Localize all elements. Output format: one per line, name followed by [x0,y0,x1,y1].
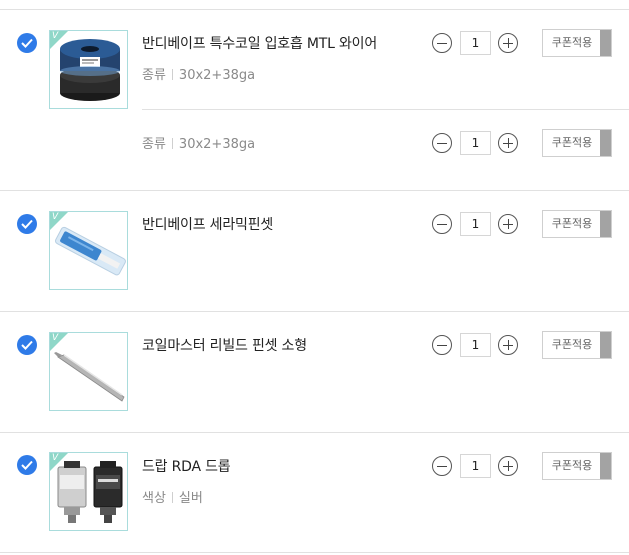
coupon-bar [600,453,611,479]
divider [0,311,629,312]
decrease-button[interactable] [432,133,452,153]
quantity-input[interactable]: 1 [460,333,491,357]
option-text: 색상 실버 [142,487,203,506]
product-thumbnail[interactable]: V [49,332,128,411]
apply-coupon-button[interactable]: 쿠폰적용 [542,129,612,157]
increase-button[interactable] [498,456,518,476]
product-name[interactable]: 드랍 RDA 드롭 [142,456,231,476]
apply-coupon-button[interactable]: 쿠폰적용 [542,452,612,480]
coupon-bar [600,130,611,156]
badge-letter: V [52,333,59,343]
decrease-button[interactable] [432,33,452,53]
minus-icon [437,223,447,225]
check-icon [21,460,33,470]
coupon-label: 쿠폰적용 [551,338,593,351]
select-checkbox[interactable] [17,33,37,53]
product-name[interactable]: 반디베이프 세라믹핀셋 [142,214,273,234]
option-text: 종류 30x2+38ga [142,133,255,152]
check-icon [21,38,33,48]
quantity-input[interactable]: 1 [460,131,491,155]
quantity-input[interactable]: 1 [460,454,491,478]
decrease-button[interactable] [432,456,452,476]
coupon-bar [600,30,611,56]
increase-button[interactable] [498,335,518,355]
check-icon [21,219,33,229]
decrease-button[interactable] [432,214,452,234]
check-icon [21,340,33,350]
option-value: 30x2+38ga [178,137,256,152]
quantity-stepper: 1 [432,212,519,236]
option-value: 실버 [178,491,203,506]
minus-icon [437,42,447,44]
coupon-label: 쿠폰적용 [551,217,593,230]
option-value: 30x2+38ga [178,68,256,83]
increase-button[interactable] [498,214,518,234]
quantity-stepper: 1 [432,131,519,155]
quantity-stepper: 1 [432,333,519,357]
product-thumbnail[interactable]: V [49,211,128,290]
option-text: 종류 30x2+38ga [142,64,255,83]
option-label: 종류 [142,68,166,83]
apply-coupon-button[interactable]: 쿠폰적용 [542,331,612,359]
option-label: 종류 [142,137,166,152]
select-checkbox[interactable] [17,455,37,475]
product-thumbnail[interactable]: V [49,30,128,109]
minus-icon [437,344,447,346]
increase-button[interactable] [498,133,518,153]
product-name[interactable]: 반디베이프 특수코일 입호흡 MTL 와이어 [142,33,377,53]
separator [171,69,173,80]
apply-coupon-button[interactable]: 쿠폰적용 [542,29,612,57]
badge-letter: V [52,212,59,222]
coupon-label: 쿠폰적용 [551,136,593,149]
minus-icon [437,465,447,467]
increase-button[interactable] [498,33,518,53]
coupon-label: 쿠폰적용 [551,36,593,49]
decrease-button[interactable] [432,335,452,355]
apply-coupon-button[interactable]: 쿠폰적용 [542,210,612,238]
divider [0,9,629,10]
separator [171,138,173,149]
minus-icon [437,142,447,144]
quantity-input[interactable]: 1 [460,212,491,236]
separator [171,492,173,503]
coupon-bar [600,211,611,237]
quantity-input[interactable]: 1 [460,31,491,55]
divider [142,109,629,110]
divider [0,552,629,553]
coupon-label: 쿠폰적용 [551,459,593,472]
select-checkbox[interactable] [17,335,37,355]
option-label: 색상 [142,491,166,506]
select-checkbox[interactable] [17,214,37,234]
divider [0,432,629,433]
badge-letter: V [52,31,59,41]
product-thumbnail[interactable]: V [49,452,128,531]
divider [0,190,629,191]
product-name[interactable]: 코일마스터 리빌드 핀셋 소형 [142,335,307,355]
badge-letter: V [52,453,59,463]
quantity-stepper: 1 [432,31,519,55]
quantity-stepper: 1 [432,454,519,478]
coupon-bar [600,332,611,358]
